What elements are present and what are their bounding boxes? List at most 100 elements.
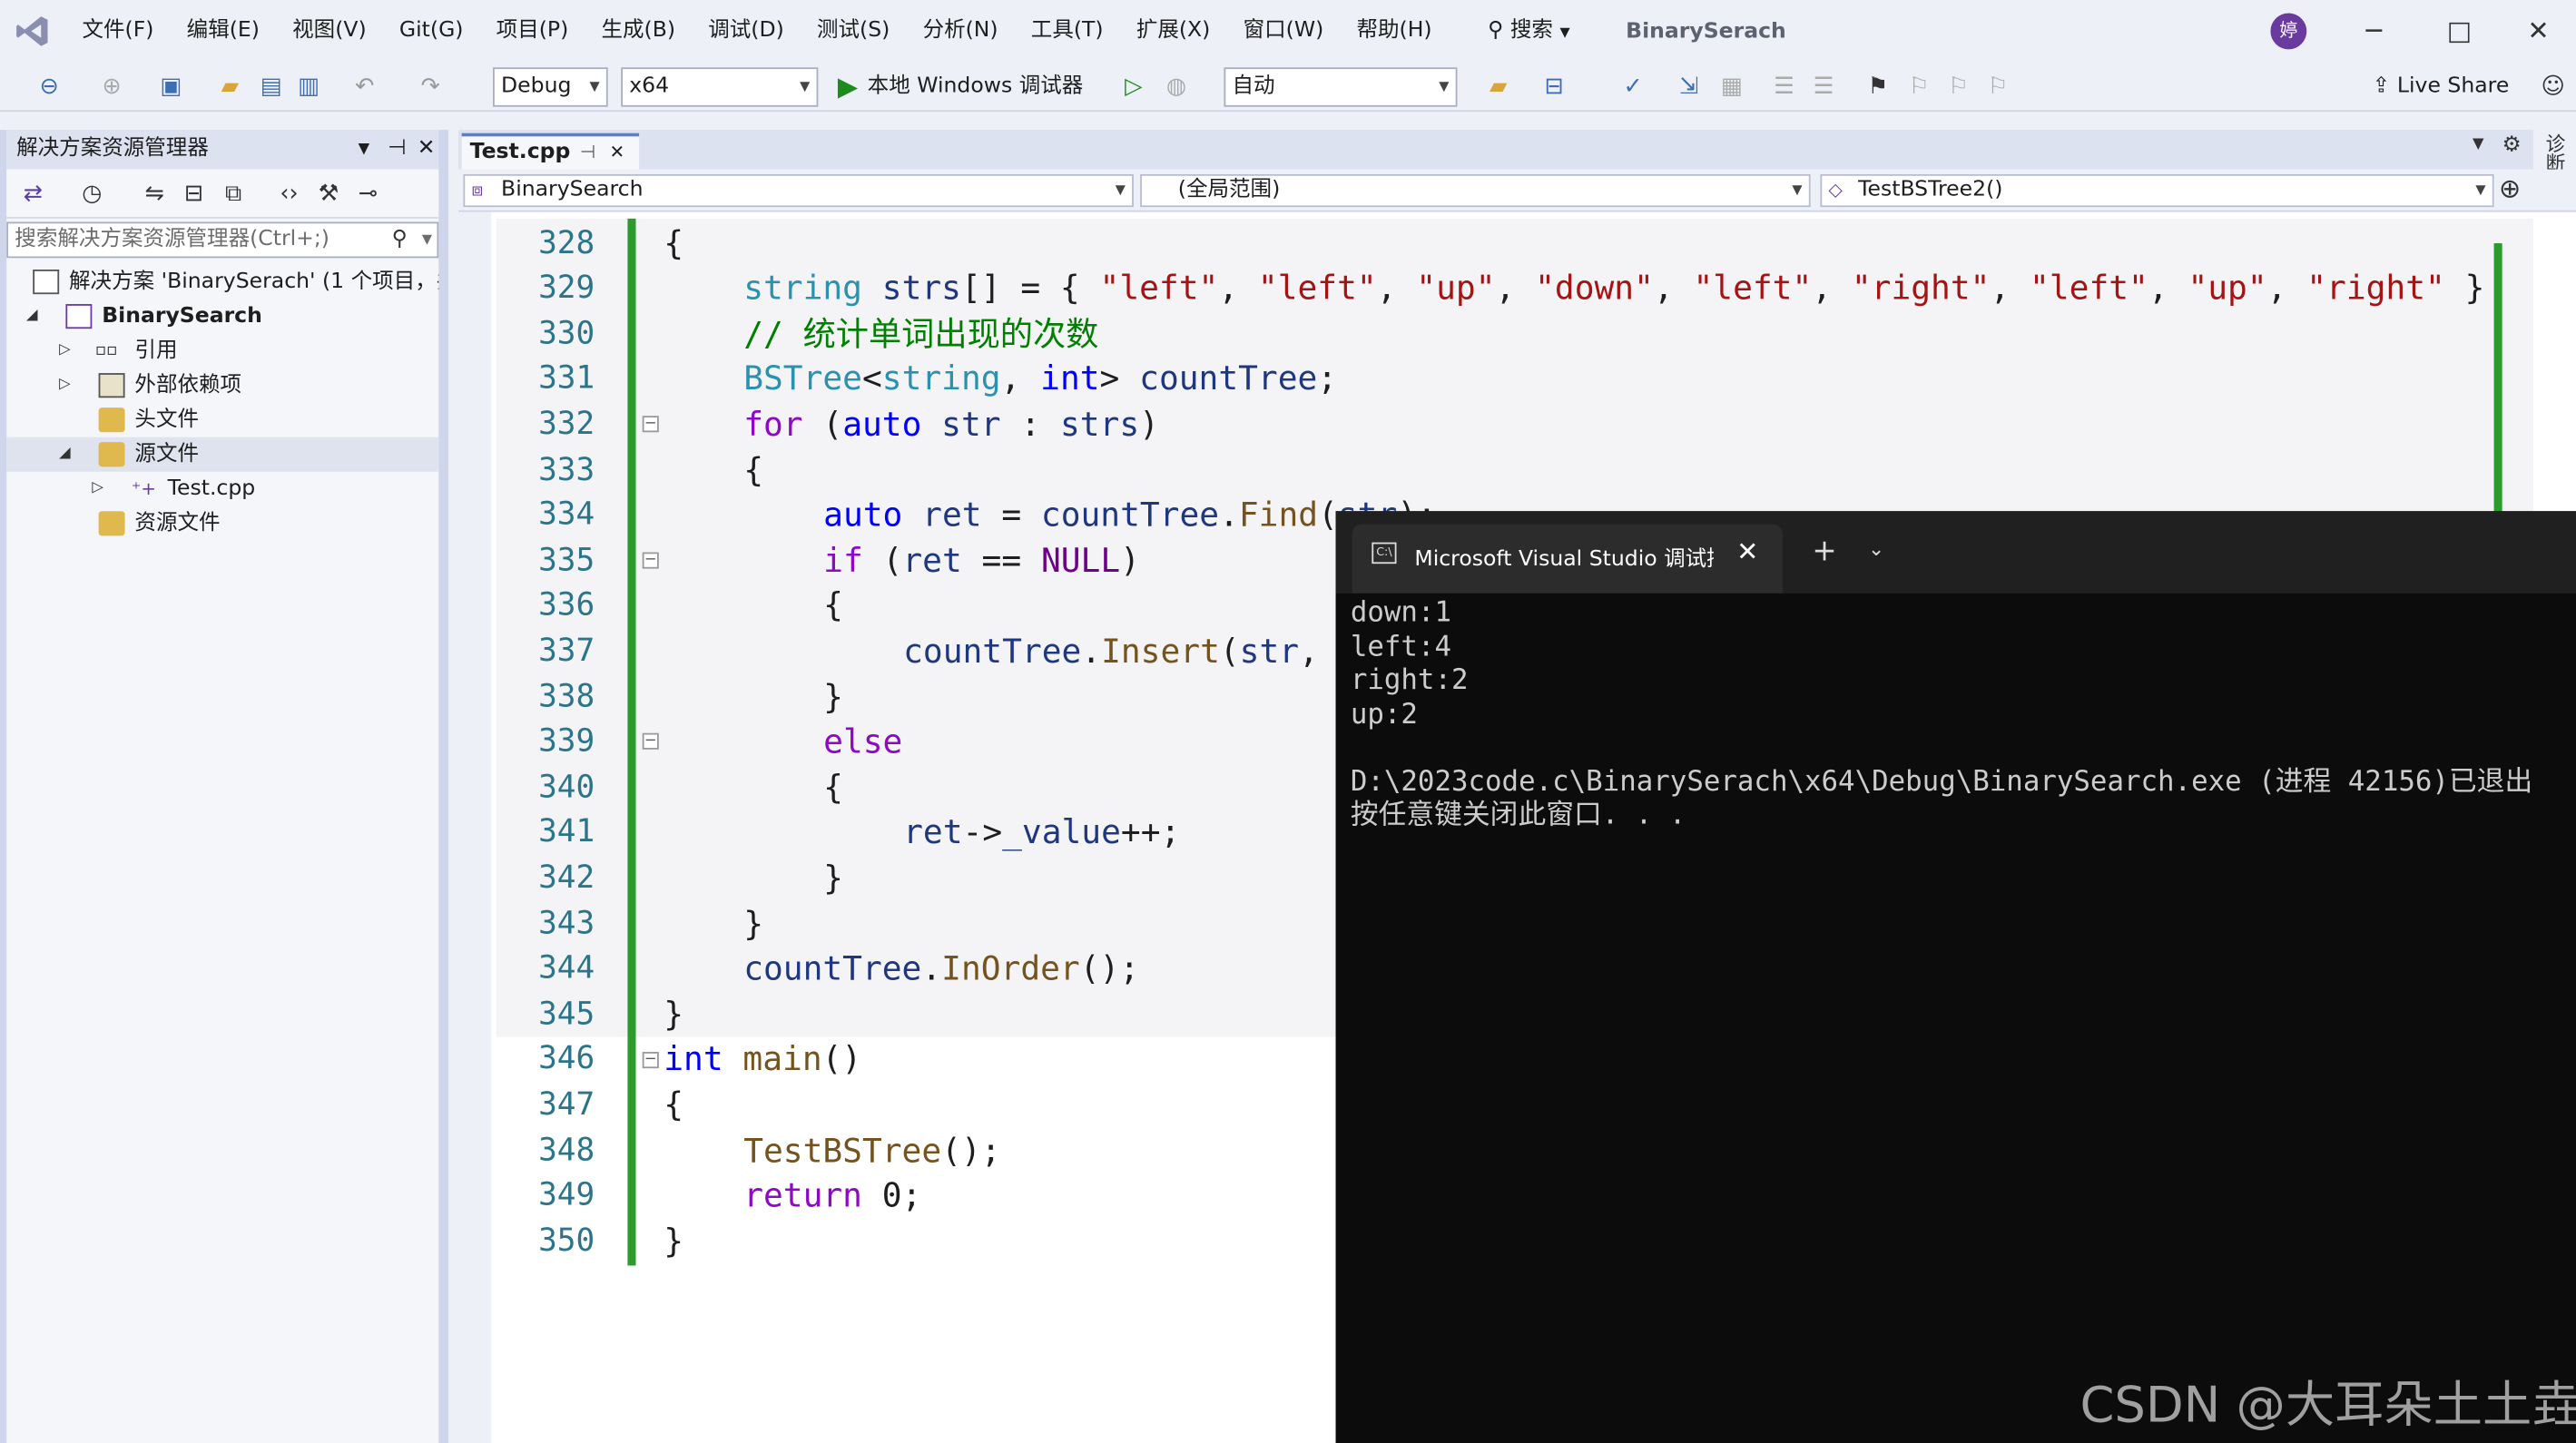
search-icon[interactable]: ⚲ <box>392 223 408 256</box>
visual-studio-logo-icon[interactable] <box>0 0 65 63</box>
next-bookmark-icon[interactable]: ⚐ <box>1942 71 1974 103</box>
collapse-block-icon[interactable]: − <box>642 416 659 433</box>
code-line[interactable]: { <box>743 448 763 494</box>
menu-edit[interactable]: 编辑(E) <box>171 0 276 63</box>
undo-icon[interactable]: ↶ <box>349 71 381 103</box>
code-line[interactable]: } <box>823 675 843 721</box>
show-all-files-icon[interactable]: ⧉ <box>217 178 250 211</box>
scope-nav-select[interactable]: (全局范围) ▼ <box>1140 173 1811 208</box>
open-folder-icon[interactable]: ▰ <box>213 71 246 103</box>
split-editor-icon[interactable]: ⊕ <box>2499 172 2521 203</box>
tab-list-dropdown-icon[interactable]: ▼ <box>2473 136 2484 152</box>
new-tab-icon[interactable]: + <box>1812 535 1836 569</box>
navigate-forward-icon[interactable]: ⊕ <box>95 71 128 103</box>
menu-help[interactable]: 帮助(H) <box>1340 0 1448 63</box>
bookmark-icon[interactable]: ⚑ <box>1862 71 1894 103</box>
comment-icon[interactable]: ▦ <box>1716 71 1748 103</box>
clear-bookmarks-icon[interactable]: ⚐ <box>1981 71 2014 103</box>
code-line[interactable]: BSTree<string, int> countTree; <box>743 358 1337 403</box>
tree-project[interactable]: ◢ BinarySearch <box>6 299 438 334</box>
properties-wrench-icon[interactable]: ⚒ <box>312 178 345 211</box>
menu-analyze[interactable]: 分析(N) <box>906 0 1014 63</box>
spell-check-icon[interactable]: ✓ <box>1617 71 1649 103</box>
code-line[interactable]: } <box>664 1219 683 1264</box>
debug-console-window[interactable]: C:\ Microsoft Visual Studio 调试控制台 ✕ + ⌄ … <box>1335 511 2576 1443</box>
code-line[interactable]: { <box>664 1083 683 1128</box>
project-nav-select[interactable]: ⧈ BinarySearch ▼ <box>463 173 1134 208</box>
tree-item-external-deps[interactable]: ▷ 外部依赖项 <box>6 368 438 403</box>
code-line[interactable]: string strs[] = { "left", "left", "up", … <box>743 267 2484 312</box>
menu-view[interactable]: 视图(V) <box>276 0 383 63</box>
close-window-button[interactable]: ✕ <box>2501 0 2576 63</box>
configuration-select[interactable]: Debug ▼ <box>493 67 608 107</box>
expanded-arrow-icon[interactable]: ◢ <box>26 299 38 334</box>
code-line[interactable]: } <box>743 902 763 947</box>
step-into-icon[interactable]: ⇲ <box>1673 71 1706 103</box>
menu-project[interactable]: 项目(P) <box>480 0 585 63</box>
pin-icon[interactable]: ⊣ <box>388 130 407 169</box>
collapsed-arrow-icon[interactable]: ▷ <box>59 334 71 368</box>
tree-item-test-cpp[interactable]: ▷ ⁺+ Test.cpp <box>6 472 438 506</box>
redo-icon[interactable]: ↷ <box>414 71 447 103</box>
function-nav-select[interactable]: ◇ TestBSTree2() ▼ <box>1820 173 2494 208</box>
start-debugger-button[interactable]: 本地 Windows 调试器 <box>868 71 1084 103</box>
prev-bookmark-icon[interactable]: ⚐ <box>1903 71 1935 103</box>
chevron-down-icon[interactable]: ▼ <box>422 223 432 256</box>
sync-icon[interactable]: ⇋ <box>138 178 171 211</box>
tab-test-cpp[interactable]: Test.cpp ⊣ ✕ <box>461 133 640 170</box>
auto-select[interactable]: 自动 ▼ <box>1224 67 1458 107</box>
tree-item-source-files[interactable]: ◢ 源文件 <box>6 437 439 472</box>
preview-icon[interactable]: ⊸ <box>351 178 384 211</box>
browse-icon[interactable]: ▰ <box>1482 71 1515 103</box>
code-line[interactable]: // 统计单词出现的次数 <box>743 312 1098 358</box>
start-without-debug-icon[interactable]: ▷ <box>1117 71 1150 103</box>
menu-tools[interactable]: 工具(T) <box>1015 0 1120 63</box>
menu-git[interactable]: Git(G) <box>383 0 480 63</box>
code-line[interactable]: TestBSTree(); <box>743 1128 1000 1173</box>
close-tab-icon[interactable]: ✕ <box>610 136 625 169</box>
save-all-icon[interactable]: ▥ <box>292 71 325 103</box>
solution-search-input[interactable]: 搜索解决方案资源管理器(Ctrl+;) ⚲ ▼ <box>6 221 439 259</box>
gear-icon[interactable]: ⚙ <box>2502 133 2522 158</box>
menu-extensions[interactable]: 扩展(X) <box>1120 0 1227 63</box>
code-line[interactable]: if (ret == NULL) <box>823 539 1140 584</box>
code-line[interactable]: return 0; <box>743 1173 921 1219</box>
code-line[interactable]: countTree.InOrder(); <box>743 947 1139 992</box>
code-line[interactable]: else <box>823 721 902 766</box>
collapsed-arrow-icon[interactable]: ▷ <box>92 472 103 506</box>
window-layout-icon[interactable]: ⊟ <box>1538 71 1570 103</box>
history-icon[interactable]: ◷ <box>75 178 108 211</box>
tree-item-header-files[interactable]: 头文件 <box>6 403 438 437</box>
search-button[interactable]: ⚲ 搜索 ▼ <box>1471 0 1587 63</box>
code-line[interactable]: for (auto str : strs) <box>743 403 1159 448</box>
hot-reload-icon[interactable]: ◍ <box>1160 71 1193 103</box>
code-line[interactable]: ret->_value++; <box>903 811 1180 857</box>
collapse-block-icon[interactable]: − <box>642 552 659 569</box>
menu-debug[interactable]: 调试(D) <box>692 0 801 63</box>
outdent-icon[interactable]: ☰ <box>1768 71 1801 103</box>
indent-icon[interactable]: ☰ <box>1807 71 1840 103</box>
code-line[interactable]: countTree.Insert(str, 1); <box>903 630 1398 675</box>
maximize-button[interactable]: □ <box>2422 0 2497 63</box>
close-tab-icon[interactable]: ✕ <box>1736 535 1758 566</box>
feedback-icon[interactable]: ☺ <box>2537 71 2570 103</box>
menu-test[interactable]: 测试(S) <box>801 0 907 63</box>
collapse-block-icon[interactable]: − <box>642 732 659 750</box>
switch-view-icon[interactable]: ⇄ <box>16 178 49 211</box>
pin-tab-icon[interactable]: ⊣ <box>580 136 595 169</box>
tree-solution[interactable]: 解决方案 'BinarySerach' (1 个项目，共 <box>6 265 438 299</box>
menu-window[interactable]: 窗口(W) <box>1226 0 1340 63</box>
new-project-icon[interactable]: ▣ <box>154 71 187 103</box>
avatar[interactable]: 婷 <box>2270 13 2307 50</box>
code-view-icon[interactable]: ‹› <box>272 178 305 211</box>
expanded-arrow-icon[interactable]: ◢ <box>59 437 71 472</box>
code-line[interactable]: int main() <box>664 1037 861 1083</box>
code-line[interactable]: } <box>823 857 843 902</box>
collapse-all-icon[interactable]: ⊟ <box>177 178 210 211</box>
code-line[interactable]: { <box>664 221 683 267</box>
code-line[interactable]: } <box>664 992 683 1037</box>
live-share-button[interactable]: ⇪ Live Share <box>2373 69 2510 105</box>
tree-item-references[interactable]: ▷ ▫▫ 引用 <box>6 334 438 368</box>
save-icon[interactable]: ▤ <box>255 71 288 103</box>
code-line[interactable]: { <box>823 766 843 811</box>
